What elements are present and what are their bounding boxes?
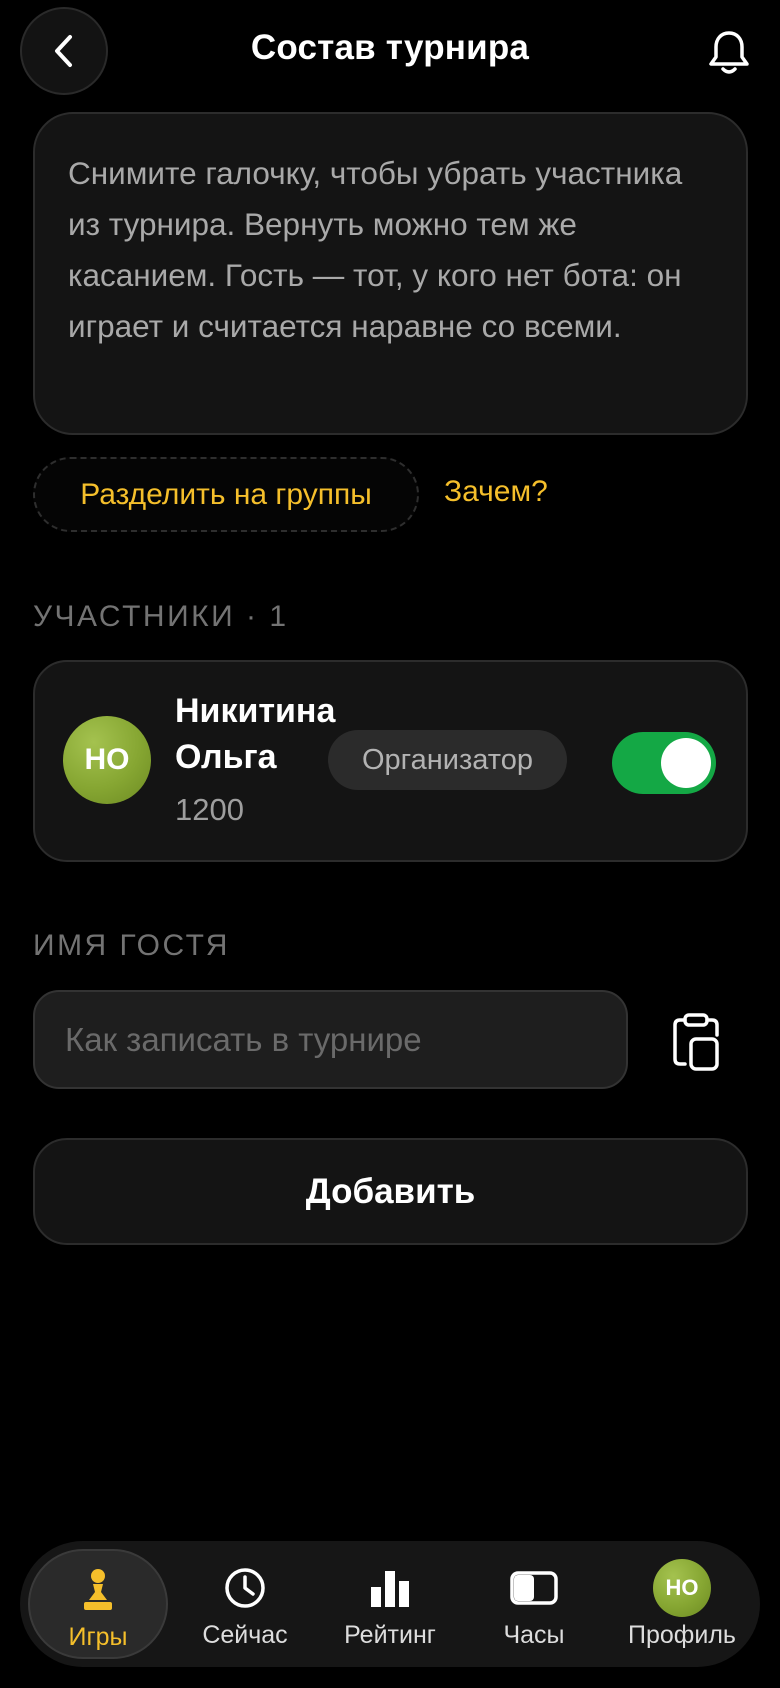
why-link[interactable]: Зачем? <box>444 475 548 509</box>
split-groups-button[interactable]: Разделить на группы <box>33 457 419 532</box>
chess-clock-icon <box>510 1571 558 1605</box>
nav-label: Часы <box>503 1621 565 1649</box>
avatar: НО <box>653 1559 711 1617</box>
nav-label: Игры <box>68 1623 128 1651</box>
app-screen: Состав турнира Снимите галочку, чтобы уб… <box>0 0 780 1688</box>
clipboard-icon <box>673 1013 719 1071</box>
nav-item-profile[interactable]: НО Профиль <box>612 1549 752 1659</box>
nav-item-now[interactable]: Сейчас <box>175 1549 315 1659</box>
clock-icon <box>225 1568 265 1608</box>
nav-item-games[interactable]: Игры <box>28 1549 168 1659</box>
header: Состав турнира <box>0 0 780 104</box>
participant-rating: 1200 <box>175 792 244 827</box>
role-badge: Организатор <box>328 730 567 790</box>
include-toggle[interactable] <box>612 732 716 794</box>
guest-section-label: ИМЯ ГОСТЯ <box>33 929 230 962</box>
participants-section-label: УЧАСТНИКИ · 1 <box>33 600 289 633</box>
info-card: Снимите галочку, чтобы убрать участника … <box>33 112 748 435</box>
nav-label: Сейчас <box>202 1621 288 1649</box>
notifications-button[interactable] <box>698 22 760 84</box>
participant-row: НО Никитина Ольга 1200 Организатор <box>33 660 748 862</box>
pawn-icon <box>84 1569 112 1610</box>
toggle-knob <box>661 738 711 788</box>
nav-label: Профиль <box>628 1621 736 1649</box>
avatar: НО <box>63 716 151 804</box>
nav-item-clock[interactable]: Часы <box>464 1549 604 1659</box>
page-title: Состав турнира <box>250 28 530 67</box>
bottom-nav: Игры Сейчас Рейтинг Часы НО Профиль <box>20 1541 760 1667</box>
paste-button[interactable] <box>665 1009 727 1075</box>
add-guest-button[interactable]: Добавить <box>33 1138 748 1245</box>
info-text: Снимите галочку, чтобы убрать участника … <box>68 155 683 344</box>
bell-icon <box>709 31 749 74</box>
guest-name-input[interactable] <box>33 990 628 1089</box>
nav-item-rating[interactable]: Рейтинг <box>320 1549 460 1659</box>
nav-label: Рейтинг <box>344 1621 436 1649</box>
bar-chart-icon <box>371 1571 409 1607</box>
